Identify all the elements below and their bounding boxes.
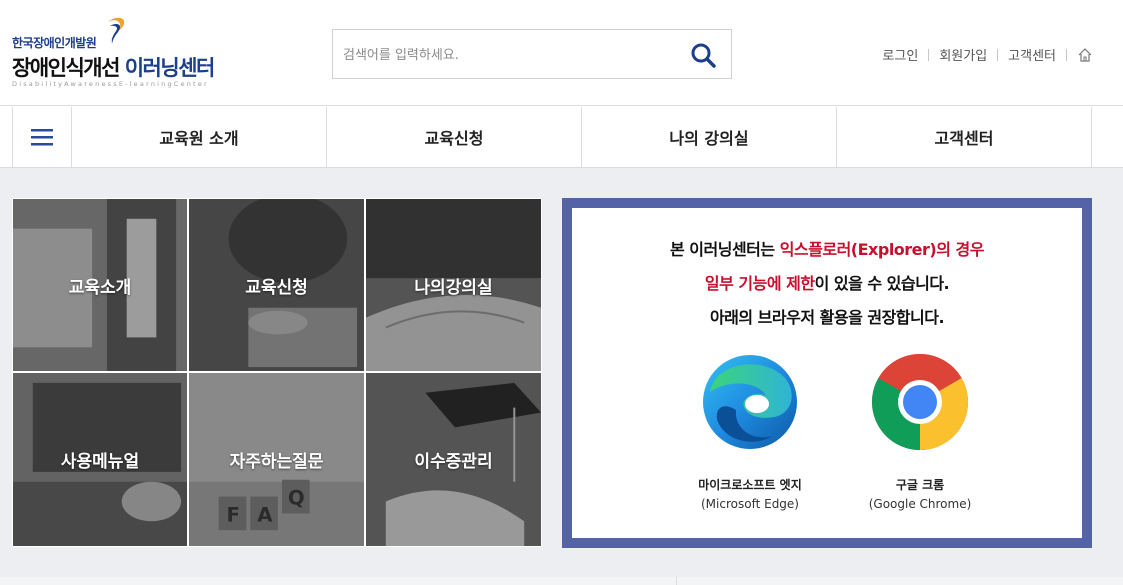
site-header: 한국장애인개발원 장애인식개선 이러닝센터 DisabilityAwarenes…	[0, 0, 1123, 106]
site-logo[interactable]: 한국장애인개발원 장애인식개선 이러닝센터 DisabilityAwarenes…	[12, 16, 242, 91]
tile-label: 교육신청	[245, 277, 308, 298]
logo-title-part2: 이러닝센터	[124, 56, 216, 80]
nav-item-support[interactable]: 고객센터	[837, 107, 1092, 167]
logo-subtitle: DisabilityAwarenessE-learningCenter	[12, 80, 209, 88]
tile-certificate[interactable]: 이수증관리	[365, 372, 542, 547]
util-divider	[997, 48, 999, 61]
main-content: 교육소개 교육신청 나의강의실 사용메뉴얼 자주하는질문 이수증관리 본 이러닝…	[0, 168, 1123, 585]
logo-title: 장애인식개선 이러닝센터	[12, 52, 216, 82]
quick-menu-grid: 교육소개 교육신청 나의강의실 사용메뉴얼 자주하는질문 이수증관리	[12, 198, 542, 547]
tile-user-manual[interactable]: 사용메뉴얼	[12, 372, 188, 547]
login-link[interactable]: 로그인	[882, 45, 918, 64]
edge-name: 마이크로소프트 엣지	[698, 478, 802, 492]
support-link[interactable]: 고객센터	[1008, 45, 1056, 64]
tile-label: 자주하는질문	[229, 452, 324, 472]
notice-line-2: 일부 기능에 제한이 있을 수 있습니다.	[572, 270, 1082, 294]
tile-label: 사용메뉴얼	[60, 452, 140, 472]
logo-org-name: 한국장애인개발원	[12, 36, 97, 50]
notice-line-1-text: 본 이러닝센터는	[670, 240, 780, 259]
util-divider	[928, 48, 930, 61]
hamburger-icon	[31, 129, 53, 146]
nav-items: 교육원 소개 교육신청 나의 강의실 고객센터	[72, 107, 1092, 167]
tile-label: 이수증관리	[414, 452, 493, 472]
home-icon[interactable]	[1077, 47, 1093, 63]
tile-my-classroom[interactable]: 나의강의실	[365, 198, 542, 372]
edge-icon	[703, 355, 797, 449]
nav-item-my-classroom[interactable]: 나의 강의실	[582, 107, 837, 167]
tile-label: 교육소개	[68, 277, 132, 298]
signup-link[interactable]: 회원가입	[939, 45, 987, 64]
edge-name-english: (Microsoft Edge)	[701, 497, 799, 511]
notice-line-2-highlight: 일부 기능에 제한	[704, 274, 815, 293]
tile-apply[interactable]: 교육신청	[188, 198, 365, 372]
tile-education-intro[interactable]: 교육소개	[12, 198, 188, 372]
logo-title-part1: 장애인식개선	[12, 56, 120, 80]
nav-item-apply[interactable]: 교육신청	[327, 107, 582, 167]
hamburger-menu-button[interactable]	[12, 107, 72, 167]
logo-swoosh-icon	[108, 17, 125, 44]
tile-label: 나의강의실	[414, 277, 493, 298]
chrome-icon	[871, 353, 969, 450]
notice-inner: 본 이러닝센터는 익스플로러(Explorer)의 경우 일부 기능에 제한이 …	[572, 208, 1082, 538]
notice-line-2-text: 이 있을 수 있습니다.	[814, 274, 950, 293]
search-input[interactable]	[343, 44, 673, 66]
browser-edge[interactable]: 마이크로소프트 엣지 (Microsoft Edge)	[680, 352, 820, 511]
main-nav: 교육원 소개 교육신청 나의 강의실 고객센터	[0, 107, 1123, 168]
notice-line-1-highlight: 익스플로러(Explorer)의 경우	[779, 240, 985, 259]
browser-notice-panel: 본 이러닝센터는 익스플로러(Explorer)의 경우 일부 기능에 제한이 …	[562, 198, 1092, 548]
bottom-divider	[676, 577, 677, 585]
notice-line-1: 본 이러닝센터는 익스플로러(Explorer)의 경우	[572, 236, 1082, 260]
search-icon[interactable]	[689, 41, 717, 69]
nav-item-about[interactable]: 교육원 소개	[72, 107, 327, 167]
chrome-name: 구글 크롬	[895, 478, 945, 492]
notice-line-3: 아래의 브라우저 활용을 권장합니다.	[709, 308, 945, 327]
browser-chrome[interactable]: 구글 크롬 (Google Chrome)	[850, 352, 990, 511]
util-divider	[1066, 48, 1067, 61]
search-box	[332, 29, 732, 79]
utility-links: 로그인 회원가입 고객센터	[882, 45, 1093, 64]
chrome-name-english: (Google Chrome)	[868, 497, 972, 511]
tile-faq[interactable]: F A Q 자주하는질문	[188, 372, 365, 547]
bottom-strip	[0, 577, 1123, 585]
